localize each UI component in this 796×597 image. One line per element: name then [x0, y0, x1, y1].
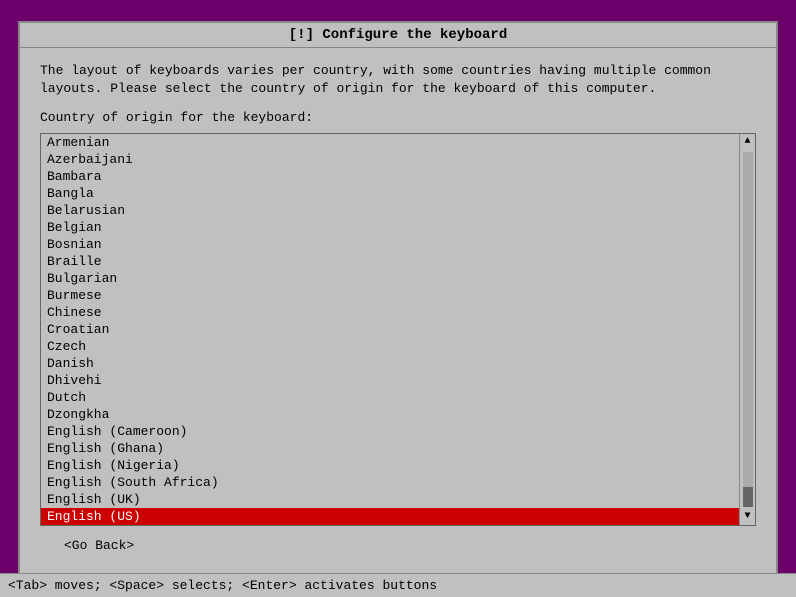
go-back-button[interactable]: <Go Back> [60, 536, 138, 555]
buttons-area: <Go Back> [40, 526, 756, 565]
list-item[interactable]: Croatian [41, 321, 739, 338]
list-item[interactable]: Dhivehi [41, 372, 739, 389]
list-item[interactable]: English (Ghana) [41, 440, 739, 457]
window-title: [!] Configure the keyboard [289, 27, 507, 43]
list-item[interactable]: Belarusian [41, 202, 739, 219]
description-line2: layouts. Please select the country of or… [40, 81, 656, 96]
list-item[interactable]: English (Nigeria) [41, 457, 739, 474]
scroll-thumb [743, 487, 753, 507]
list-item[interactable]: English (UK) [41, 491, 739, 508]
list-item[interactable]: Bosnian [41, 236, 739, 253]
scroll-down-arrow[interactable]: ▼ [740, 509, 756, 525]
status-text: <Tab> moves; <Space> selects; <Enter> ac… [8, 578, 437, 593]
description-line1: The layout of keyboards varies per count… [40, 63, 711, 78]
list-item[interactable]: Azerbaijani [41, 151, 739, 168]
list-item[interactable]: Bambara [41, 168, 739, 185]
list-item[interactable]: Chinese [41, 304, 739, 321]
status-bar: <Tab> moves; <Space> selects; <Enter> ac… [0, 573, 796, 597]
country-label: Country of origin for the keyboard: [40, 110, 756, 125]
title-bar: [!] Configure the keyboard [20, 23, 776, 48]
list-item[interactable]: Czech [41, 338, 739, 355]
scrollbar: ▲ ▼ [739, 134, 755, 525]
list-item[interactable]: Danish [41, 355, 739, 372]
list-item[interactable]: English (Cameroon) [41, 423, 739, 440]
list-item[interactable]: Armenian [41, 134, 739, 151]
keyboard-list-scroll[interactable]: ArmenianAzerbaijaniBambaraBanglaBelarusi… [41, 134, 739, 525]
scroll-track [743, 152, 753, 507]
list-item[interactable]: Bangla [41, 185, 739, 202]
list-item[interactable]: English (South Africa) [41, 474, 739, 491]
list-item[interactable]: Burmese [41, 287, 739, 304]
keyboard-list-container: ArmenianAzerbaijaniBambaraBanglaBelarusi… [40, 133, 756, 526]
list-item[interactable]: Belgian [41, 219, 739, 236]
description: The layout of keyboards varies per count… [40, 62, 756, 98]
list-item[interactable]: Bulgarian [41, 270, 739, 287]
dialog-window: [!] Configure the keyboard The layout of… [18, 21, 778, 576]
list-item[interactable]: Dzongkha [41, 406, 739, 423]
content-area: The layout of keyboards varies per count… [20, 48, 776, 579]
list-item[interactable]: Dutch [41, 389, 739, 406]
list-item[interactable]: English (US) [41, 508, 739, 525]
list-item[interactable]: Braille [41, 253, 739, 270]
scroll-up-arrow[interactable]: ▲ [740, 134, 756, 150]
